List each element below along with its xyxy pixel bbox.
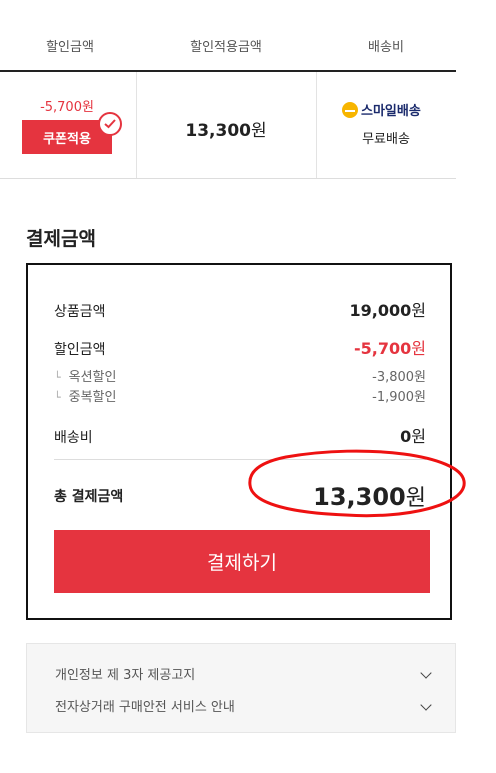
applied-amount: 13,300원 [136, 116, 316, 141]
sub-discount-value: -1,900원 [372, 390, 426, 405]
divider [54, 459, 426, 460]
total-payment-label: 총 결제금액 [54, 489, 124, 505]
accordion-item-label: 개인정보 제 3자 제공고지 [55, 668, 196, 683]
shipping-fee-value: 0원 [400, 423, 426, 447]
chevron-down-icon [421, 669, 431, 679]
header-shipping: 배송비 [368, 40, 404, 55]
shipping-fee-label: 배송비 [54, 430, 93, 446]
chevron-down-icon [421, 701, 431, 711]
unit-label: 원 [411, 301, 426, 320]
pay-button[interactable]: 결제하기 [54, 530, 430, 593]
sub-discount-row: └ 중복할인 -1,900원 [54, 386, 426, 405]
smile-icon [342, 101, 358, 118]
unit-label: 원 [411, 339, 426, 358]
free-shipping-text: 무료배송 [362, 132, 410, 147]
applied-amount-unit: 원 [250, 121, 267, 141]
header-applied-amount: 할인적용금액 [190, 40, 262, 55]
smile-delivery-brand: 스마일배송 [361, 104, 421, 119]
product-amount-number: 19,000 [349, 301, 412, 320]
accordion-item-label: 전자상거래 구매안전 서비스 안내 [55, 700, 235, 715]
total-payment-number: 13,300 [313, 483, 406, 511]
sub-discount-label: 옥션할인 [68, 370, 117, 385]
table-row: -5,700원 쿠폰적용 13,300원 스마일배송 무료배송 [0, 72, 456, 179]
accordion-item-safety[interactable]: 전자상거래 구매안전 서비스 안내 [55, 696, 431, 715]
header-discount: 할인금액 [46, 40, 94, 55]
sub-discount-label: 중복할인 [68, 390, 117, 405]
product-amount-value: 19,000원 [350, 297, 426, 321]
total-payment-row: 총 결제금액 13,300원 [54, 480, 426, 512]
discount-amount-row: 할인금액 -5,700원 [54, 335, 426, 359]
sub-discount-row: └ 옥션할인 -3,800원 [54, 366, 426, 385]
product-amount-label: 상품금액 [54, 304, 106, 320]
shipping-fee-number: 0 [400, 427, 412, 446]
unit-label: 원 [405, 486, 426, 511]
discount-amount: -5,700원 [40, 100, 94, 115]
applied-amount-number: 13,300 [185, 121, 251, 141]
check-icon [98, 112, 122, 136]
unit-label: 원 [411, 427, 426, 446]
smile-delivery-logo: 스마일배송 [342, 100, 421, 119]
branch-mark-icon: └ [54, 391, 61, 404]
total-payment-value: 13,300원 [313, 480, 426, 512]
discount-amount-number: -5,700 [354, 339, 412, 358]
notice-accordion: 개인정보 제 3자 제공고지 전자상거래 구매안전 서비스 안내 [26, 643, 456, 733]
product-amount-row: 상품금액 19,000원 [54, 297, 426, 321]
payment-summary-box: 상품금액 19,000원 할인금액 -5,700원 └ 옥션할인 -3,800원 … [26, 263, 466, 620]
payment-section-title: 결제금액 [26, 228, 96, 250]
sub-discount-label-wrap: └ 중복할인 [54, 386, 116, 405]
discount-amount-label: 할인금액 [54, 342, 106, 358]
sub-discount-value: -3,800원 [372, 370, 426, 385]
branch-mark-icon: └ [54, 371, 61, 384]
sub-discount-label-wrap: └ 옥션할인 [54, 366, 116, 385]
shipping-fee-row: 배송비 0원 [54, 423, 426, 447]
discount-amount-value: -5,700원 [354, 335, 426, 359]
column-divider [316, 72, 317, 178]
accordion-item-privacy[interactable]: 개인정보 제 3자 제공고지 [55, 664, 431, 683]
table-header: 할인금액 할인적용금액 배송비 [0, 0, 456, 72]
